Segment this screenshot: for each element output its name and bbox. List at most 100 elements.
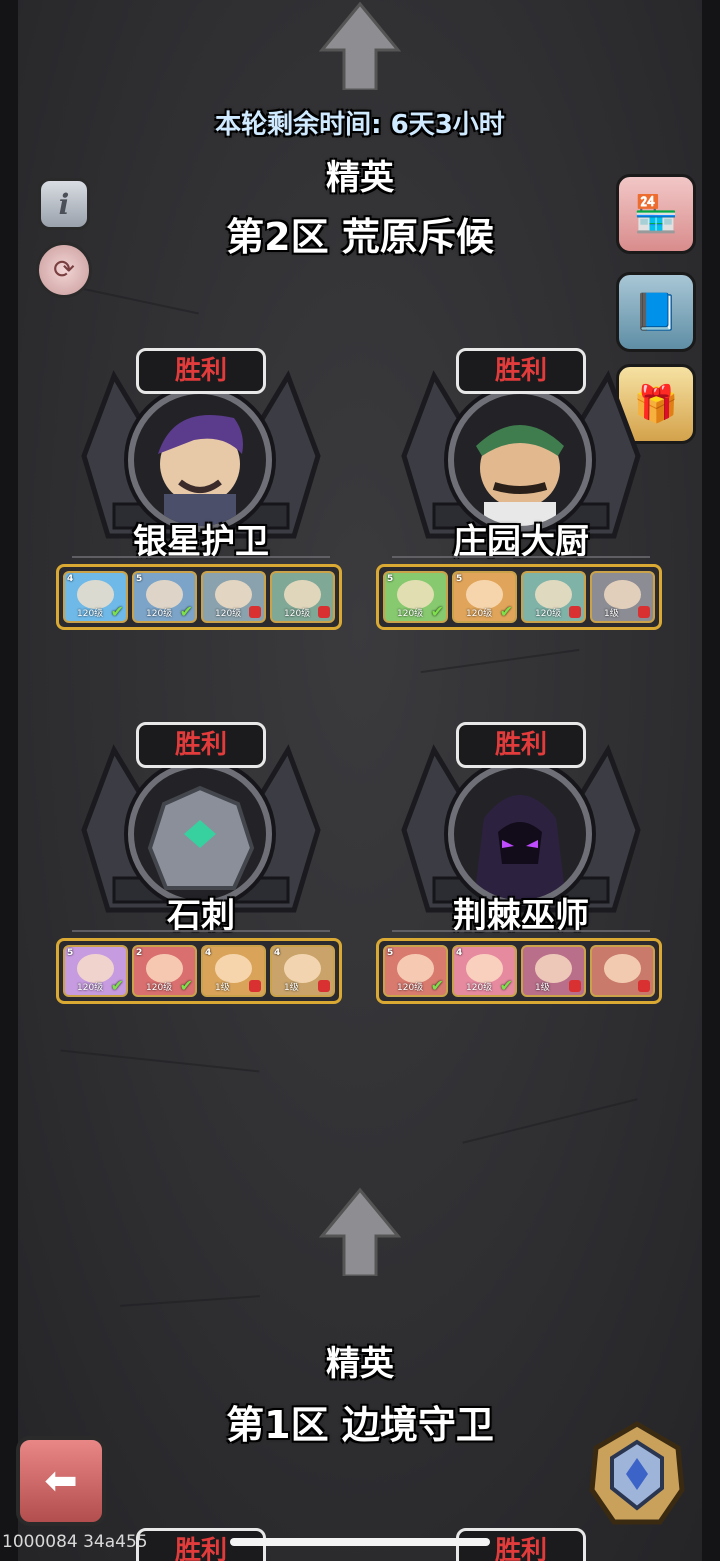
home-indicator[interactable] — [230, 1538, 490, 1546]
hero-star-count: 4 — [456, 948, 463, 958]
check-icon: ✔ — [110, 976, 124, 995]
info-icon: i — [58, 187, 70, 221]
check-icon: ✔ — [430, 976, 444, 995]
shop-icon: 🏪 — [633, 194, 679, 235]
check-icon: ✔ — [499, 976, 513, 995]
hero-star-count: 2 — [136, 948, 143, 958]
hero-face — [466, 953, 503, 983]
hero-face — [146, 579, 183, 609]
round-timer: 本轮剩余时间: 6天3小时 — [215, 110, 505, 140]
hero-face — [604, 579, 641, 609]
back-button[interactable]: ⬅ — [16, 1436, 106, 1526]
hero-face — [397, 953, 434, 983]
hero-slot[interactable]: 1级 — [590, 571, 655, 623]
boss-portrait — [448, 762, 592, 906]
stage-card[interactable]: 胜利 荆棘巫师 5 120级 ✔ 4 120级 ✔ 1级 — [376, 710, 666, 1020]
team-lineup: 5 120级 ✔ 2 120级 ✔ 4 1级 4 1级 — [56, 938, 342, 1004]
hero-face — [215, 579, 252, 609]
check-icon: ✔ — [179, 976, 193, 995]
hero-star-count: 4 — [274, 948, 281, 958]
boss-portrait — [128, 388, 272, 532]
refresh-icon: ⟳ — [53, 255, 75, 285]
hero-slot[interactable]: 5 120级 ✔ — [383, 945, 448, 997]
hero-face — [77, 953, 114, 983]
check-icon: ✔ — [430, 602, 444, 621]
hero-slot[interactable]: 2 120级 ✔ — [132, 945, 197, 997]
hero-star-count: 5 — [67, 948, 74, 958]
hero-slot[interactable]: 5 120级 ✔ — [452, 571, 517, 623]
shop-button[interactable]: 🏪 — [616, 174, 696, 254]
hero-face — [535, 953, 572, 983]
hero-level: 1级 — [215, 983, 230, 993]
hero-face — [284, 579, 321, 609]
helmet-icon — [589, 1421, 685, 1525]
ground-crack — [60, 1049, 260, 1073]
hero-face — [77, 579, 114, 609]
check-icon: ✔ — [179, 602, 193, 621]
hero-level: 1级 — [284, 983, 299, 993]
path-arrow-icon — [318, 0, 402, 92]
refresh-button[interactable]: ⟳ — [36, 242, 92, 298]
hero-star-count: 5 — [387, 948, 394, 958]
hero-slot[interactable]: 4 120级 ✔ — [452, 945, 517, 997]
hero-star-count: 5 — [136, 574, 143, 584]
hero-slot[interactable]: 5 120级 ✔ — [383, 571, 448, 623]
stage-card[interactable]: 胜利 石刺 5 120级 ✔ 2 120级 ✔ 4 1级 4 1级 — [56, 710, 346, 1020]
hero-level: 120级 — [466, 983, 493, 993]
info-button[interactable]: i — [38, 178, 90, 230]
divider — [392, 930, 650, 932]
hero-level: 120级 — [535, 609, 562, 619]
stage-card[interactable]: 胜利 银星护卫 4 120级 ✔ 5 120级 ✔ 120级 120级 — [56, 336, 346, 646]
hero-slot[interactable]: 5 120级 ✔ — [63, 945, 128, 997]
hero-slot[interactable]: 4 1级 — [201, 945, 266, 997]
hero-slot[interactable]: 4 120级 ✔ — [63, 571, 128, 623]
hero-slot[interactable]: 4 1级 — [270, 945, 335, 997]
hero-star-count: 5 — [456, 574, 463, 584]
hero-level: 120级 — [466, 609, 493, 619]
hero-face — [215, 953, 252, 983]
hero-level: 1级 — [535, 983, 550, 993]
stage-card[interactable]: 胜利 庄园大厨 5 120级 ✔ 5 120级 ✔ 120级 1级 — [376, 336, 666, 646]
divider — [72, 556, 330, 558]
check-icon: ✔ — [110, 602, 124, 621]
lock-icon — [569, 980, 581, 992]
hero-face — [397, 579, 434, 609]
ground-crack — [81, 287, 199, 315]
book-icon: 📘 — [633, 292, 679, 333]
hero-star-count: 4 — [205, 948, 212, 958]
game-screen: 本轮剩余时间: 6天3小时 精英 第2区 荒原斥候 i ⟳ 🏪 📘 🎁 胜利 银… — [0, 0, 720, 1561]
hero-face — [604, 953, 641, 983]
lock-icon — [249, 606, 261, 618]
hero-level: 120级 — [284, 609, 311, 619]
lock-icon — [318, 980, 330, 992]
victory-badge: 胜利 — [456, 722, 586, 768]
hero-star-count: 4 — [67, 574, 74, 584]
hero-face — [146, 953, 183, 983]
tier-title: 精英 — [326, 158, 394, 198]
victory-badge: 胜利 — [456, 348, 586, 394]
hero-star-count: 5 — [387, 574, 394, 584]
boss-portrait — [448, 388, 592, 532]
hero-slot[interactable]: 120级 — [201, 571, 266, 623]
hero-slot[interactable]: 120级 — [521, 571, 586, 623]
team-lineup: 5 120级 ✔ 4 120级 ✔ 1级 — [376, 938, 662, 1004]
victory-badge: 胜利 — [136, 348, 266, 394]
path-arrow-icon — [318, 1186, 402, 1278]
ground-crack — [420, 648, 580, 674]
hero-level: 120级 — [77, 983, 104, 993]
hero-slot[interactable]: 120级 — [270, 571, 335, 623]
hero-slot[interactable] — [590, 945, 655, 997]
check-icon: ✔ — [499, 602, 513, 621]
hero-level: 120级 — [146, 609, 173, 619]
helmet-button[interactable] — [582, 1418, 692, 1528]
lock-icon — [249, 980, 261, 992]
hero-level: 120级 — [146, 983, 173, 993]
victory-badge: 胜利 — [136, 722, 266, 768]
hero-slot[interactable]: 1级 — [521, 945, 586, 997]
hero-slot[interactable]: 5 120级 ✔ — [132, 571, 197, 623]
ground-crack — [462, 1098, 638, 1144]
hero-level: 120级 — [397, 609, 424, 619]
divider — [72, 930, 330, 932]
boss-portrait — [128, 762, 272, 906]
divider — [392, 556, 650, 558]
